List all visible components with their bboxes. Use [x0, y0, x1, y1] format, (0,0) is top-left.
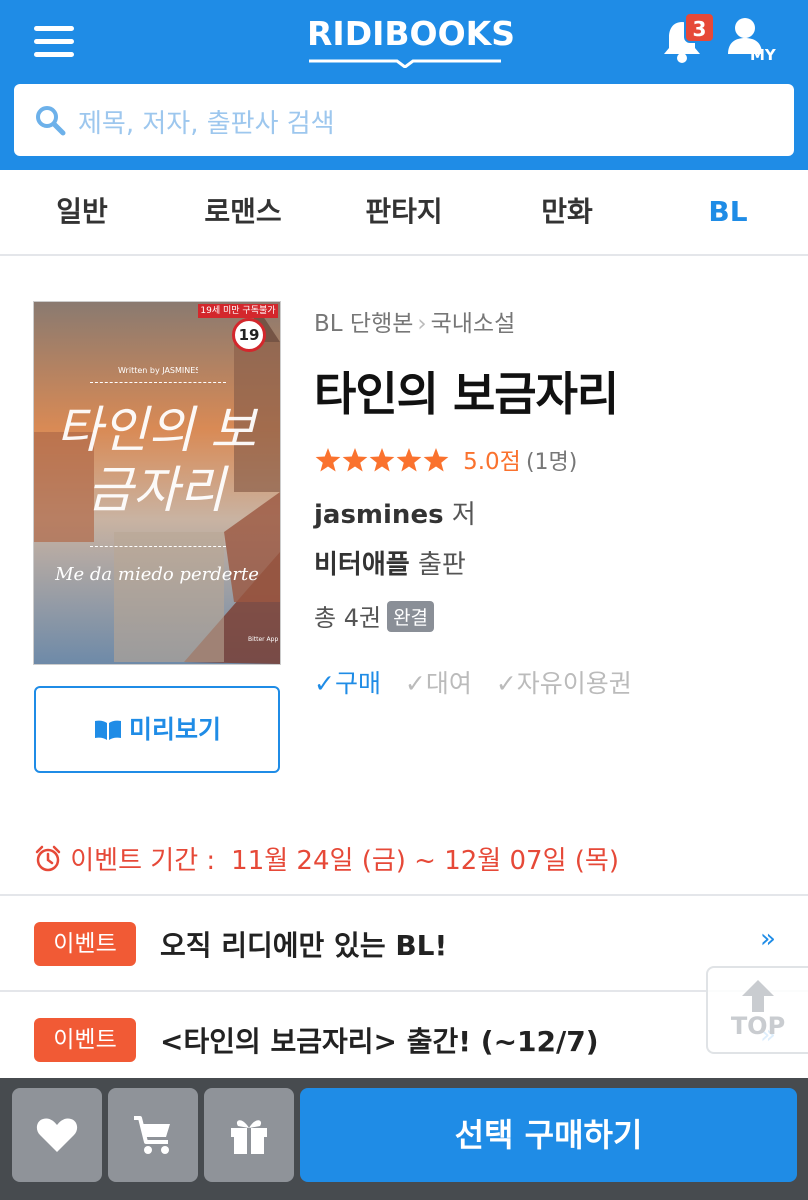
tab-bl[interactable]: BL — [658, 170, 798, 256]
menu-icon[interactable] — [30, 22, 78, 62]
add-to-cart-button[interactable] — [108, 1088, 198, 1182]
star-icon — [396, 448, 422, 472]
cover-title-art: 타인의 보금자리 — [56, 401, 256, 519]
scroll-top-button[interactable]: TOP — [706, 966, 808, 1054]
cover-dash-line-top — [90, 382, 226, 383]
event-tag: 이벤트 — [34, 1018, 136, 1062]
category-tabs: 일반 로맨스 판타지 만화 BL — [0, 170, 808, 256]
rating-score: 5.0점 — [463, 449, 521, 475]
event-row[interactable]: 이벤트 <타인의 보금자리> 출간! (~12/7) » — [0, 992, 808, 1086]
cover-publisher-mark: Bitter Apple — [248, 636, 278, 643]
preview-label: 미리보기 — [128, 715, 221, 744]
purchase-options: ✓구매 ✓대여 ✓자유이용권 — [314, 664, 648, 700]
logo-smile-icon — [309, 59, 501, 68]
star-icon — [315, 448, 341, 472]
bottom-action-bar: 선택 구매하기 — [0, 1078, 808, 1200]
star-icon — [342, 448, 368, 472]
ridibooks-logo[interactable]: RIDIBOOKS — [307, 14, 515, 68]
event-period: 이벤트 기간 : 11월 24일 (금) ~ 12월 07일 (목) — [34, 840, 619, 877]
app-header: RIDIBOOKS 3 MY 제목, 저자, 출판사 검색 — [0, 0, 808, 170]
volume-info: 총 4권 완결 — [314, 598, 435, 633]
heart-icon — [36, 1118, 78, 1152]
option-rent: ✓대여 — [405, 669, 472, 698]
publisher-line: 비터애플 출판 — [314, 544, 466, 581]
cover-subtitle-art: Me da miedo perderte — [55, 564, 259, 585]
alarm-clock-icon — [35, 845, 61, 872]
check-icon: ✓ — [314, 669, 335, 698]
wishlist-button[interactable] — [12, 1088, 102, 1182]
status-badge: 완결 — [387, 601, 435, 632]
preview-button[interactable]: 미리보기 — [34, 686, 280, 773]
cover-age-badge: 19 — [232, 318, 266, 352]
arrow-up-icon — [742, 980, 774, 1012]
option-pass-label: 자유이용권 — [516, 669, 632, 698]
publisher-role: 출판 — [417, 550, 466, 580]
buy-selected-button[interactable]: 선택 구매하기 — [300, 1088, 797, 1182]
rating-stars-icon — [315, 448, 449, 472]
event-period-label: 이벤트 기간 : — [70, 846, 216, 876]
check-icon: ✓ — [404, 669, 426, 698]
event-text: 오직 리디에만 있는 BL! — [160, 929, 448, 962]
book-cover[interactable]: 19세 미만 구독불가 19 Written by JASMINES 타인의 보… — [34, 302, 280, 664]
tab-romance[interactable]: 로맨스 — [173, 170, 313, 256]
tab-general[interactable]: 일반 — [12, 170, 152, 256]
author-role: 저 — [451, 500, 476, 530]
breadcrumb-category[interactable]: BL 단행본 — [314, 311, 413, 337]
scroll-top-label: TOP — [730, 1012, 786, 1040]
option-buy: ✓구매 — [314, 669, 381, 698]
option-pass: ✓자유이용권 — [496, 669, 632, 698]
rating[interactable]: 5.0점 (1명) — [314, 442, 577, 476]
logo-text: RIDIBOOKS — [307, 14, 515, 53]
check-icon: ✓ — [495, 669, 517, 698]
search-icon — [36, 106, 66, 136]
double-chevron-right-icon: » — [760, 924, 776, 954]
breadcrumb: BL 단행본 › 국내소설 — [314, 304, 515, 338]
my-account-button[interactable]: MY — [728, 16, 778, 66]
search-placeholder: 제목, 저자, 출판사 검색 — [78, 109, 335, 139]
chevron-right-icon: › — [417, 311, 427, 337]
gift-button[interactable] — [204, 1088, 294, 1182]
cover-written-by: Written by JASMINES — [118, 366, 198, 375]
book-title: 타인의 보금자리 — [314, 367, 619, 421]
option-rent-label: 대여 — [425, 669, 472, 698]
star-icon — [369, 448, 395, 472]
cover-age-label: 19세 미만 구독불가 — [198, 304, 278, 318]
star-icon — [423, 448, 449, 472]
author-name[interactable]: jasmines — [314, 500, 444, 530]
event-period-dates: 11월 24일 (금) ~ 12월 07일 (목) — [231, 846, 619, 876]
publisher-name[interactable]: 비터애플 — [314, 550, 410, 580]
my-label: MY — [750, 46, 776, 64]
search-input[interactable]: 제목, 저자, 출판사 검색 — [14, 84, 794, 156]
rating-count: (1명) — [525, 450, 578, 475]
volume-count: 총 4권 — [314, 604, 382, 632]
book-open-icon — [94, 720, 121, 740]
cover-dash-line-bottom — [90, 546, 226, 547]
option-buy-label: 구매 — [334, 669, 381, 698]
gift-icon — [231, 1120, 267, 1154]
author-line: jasmines 저 — [314, 494, 476, 531]
breadcrumb-subcategory[interactable]: 국내소설 — [431, 311, 516, 337]
notification-count-badge: 3 — [684, 12, 715, 43]
event-row[interactable]: 이벤트 오직 리디에만 있는 BL! » — [0, 896, 808, 990]
event-text: <타인의 보금자리> 출간! (~12/7) — [160, 1025, 599, 1058]
tab-fantasy[interactable]: 판타지 — [334, 170, 474, 256]
cart-icon — [134, 1116, 170, 1154]
event-tag: 이벤트 — [34, 922, 136, 966]
tab-comics[interactable]: 만화 — [497, 170, 637, 256]
